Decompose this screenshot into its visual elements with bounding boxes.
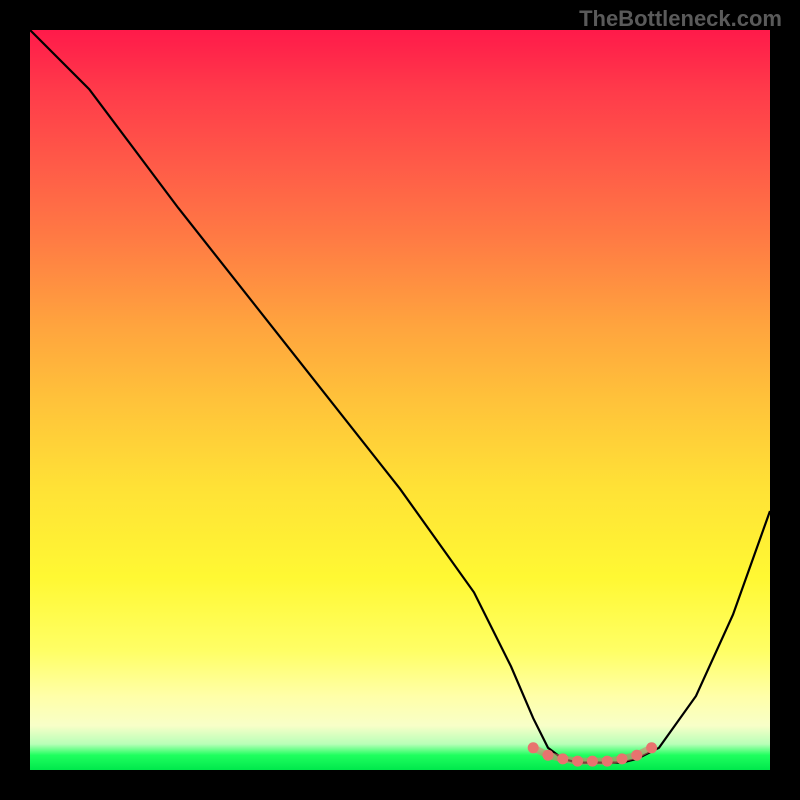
chart-svg: [30, 30, 770, 770]
bottleneck-curve: [30, 30, 770, 763]
watermark-text: TheBottleneck.com: [579, 6, 782, 32]
chart-plot-area: [30, 30, 770, 770]
